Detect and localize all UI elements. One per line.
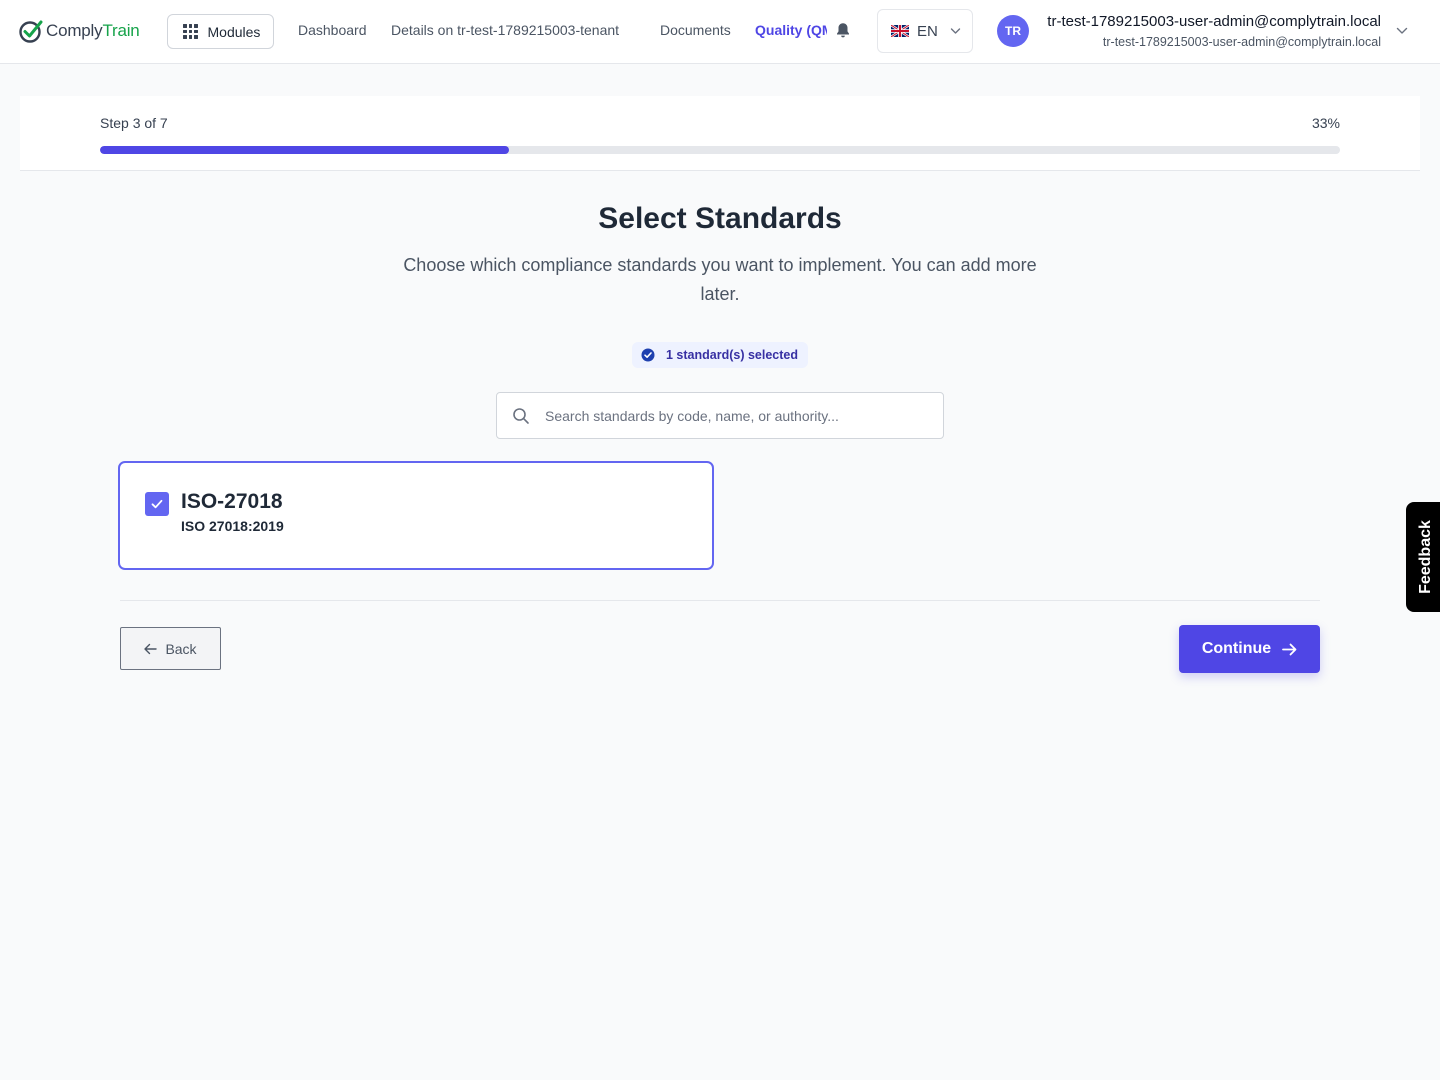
standard-card-iso-27018[interactable]: ISO-27018 ISO 27018:2019 <box>118 461 714 570</box>
search-icon <box>513 408 529 424</box>
checkmark-icon <box>151 499 163 509</box>
chevron-down-icon <box>950 28 961 34</box>
user-avatar[interactable]: TR <box>997 15 1029 47</box>
step-label: Step 3 of 7 <box>100 115 168 131</box>
back-label: Back <box>165 640 197 657</box>
user-menu-chevron-icon[interactable] <box>1396 26 1408 36</box>
nav-tenant-details[interactable]: Details on tr-test-1789215003-tenant <box>391 22 619 38</box>
logo-text: ComplyTrain <box>46 21 140 40</box>
standard-name: ISO 27018:2019 <box>181 518 284 534</box>
standard-code: ISO-27018 <box>181 490 283 513</box>
complytrain-logo[interactable]: ComplyTrain <box>18 17 140 45</box>
language-code: EN <box>917 22 938 40</box>
nav-documents[interactable]: Documents <box>660 22 731 38</box>
progress-track <box>100 146 1340 154</box>
user-email: tr-test-1789215003-user-admin@complytrai… <box>1102 35 1381 49</box>
selected-count-text: 1 standard(s) selected <box>666 348 798 362</box>
search-box <box>496 392 944 439</box>
grid-icon <box>183 24 198 39</box>
standard-checkbox[interactable] <box>145 492 169 516</box>
uk-flag-icon <box>891 25 909 37</box>
check-circle-icon <box>641 348 655 362</box>
nav-quality[interactable]: Quality (QM) <box>755 22 827 38</box>
divider <box>120 600 1320 601</box>
feedback-tab[interactable]: Feedback <box>1406 502 1440 612</box>
progress-percent: 33% <box>1311 115 1340 131</box>
arrow-left-icon <box>144 643 158 654</box>
arrow-right-icon <box>1282 643 1297 655</box>
user-name: tr-test-1789215003-user-admin@complytrai… <box>1047 13 1381 30</box>
logo-check-icon <box>19 20 43 43</box>
feedback-label: Feedback <box>1417 520 1434 594</box>
search-standards-input[interactable] <box>545 393 935 438</box>
modules-label: Modules <box>207 23 261 40</box>
language-selector[interactable]: EN <box>877 9 973 53</box>
continue-label: Continue <box>1201 640 1272 657</box>
modules-button[interactable]: Modules <box>167 14 274 49</box>
progress-fill <box>100 146 510 154</box>
nav-dashboard[interactable]: Dashboard <box>298 22 367 38</box>
page-subtitle: Choose which compliance standards you wa… <box>403 255 1037 304</box>
top-navigation-bar: ComplyTrain Modules Dashboard Details on… <box>0 0 1440 64</box>
continue-button[interactable]: Continue <box>1179 625 1320 673</box>
bell-icon[interactable] <box>835 22 851 39</box>
selected-count-badge: 1 standard(s) selected <box>632 342 808 368</box>
wizard-progress: Step 3 of 7 33% <box>20 96 1420 171</box>
page-title: Select Standards <box>598 202 842 235</box>
back-button[interactable]: Back <box>120 627 221 670</box>
